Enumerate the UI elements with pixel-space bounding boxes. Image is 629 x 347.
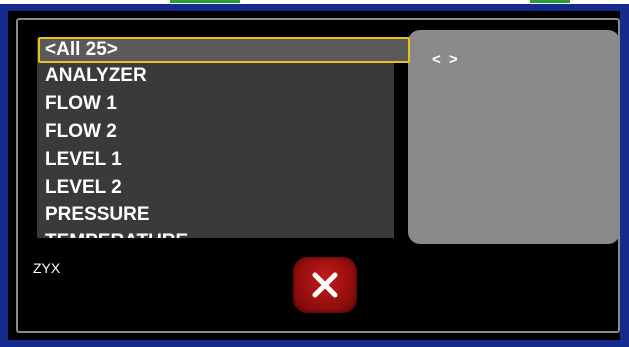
list-item-analyzer[interactable]: ANALYZER: [37, 62, 147, 89]
top-indicator: [170, 0, 240, 3]
list-item-level-2[interactable]: LEVEL 2: [37, 174, 122, 201]
list-item-all-selected[interactable]: <All 25>: [38, 37, 410, 63]
footer-label: ZYX: [33, 260, 61, 276]
list-item-flow-2[interactable]: FLOW 2: [37, 118, 117, 145]
list-item-level-1[interactable]: LEVEL 1: [37, 146, 122, 173]
top-indicator: [530, 0, 570, 3]
filter-list[interactable]: ANALYZER FLOW 1 FLOW 2 LEVEL 1 LEVEL 2 P…: [37, 38, 394, 238]
list-item-temperature[interactable]: TEMPERATURE: [37, 228, 188, 238]
prev-next-arrows[interactable]: < >: [432, 51, 460, 68]
close-x-icon: [312, 272, 338, 298]
list-item-flow-1[interactable]: FLOW 1: [37, 90, 117, 117]
close-button[interactable]: [293, 257, 357, 313]
list-item-pressure[interactable]: PRESSURE: [37, 201, 150, 228]
